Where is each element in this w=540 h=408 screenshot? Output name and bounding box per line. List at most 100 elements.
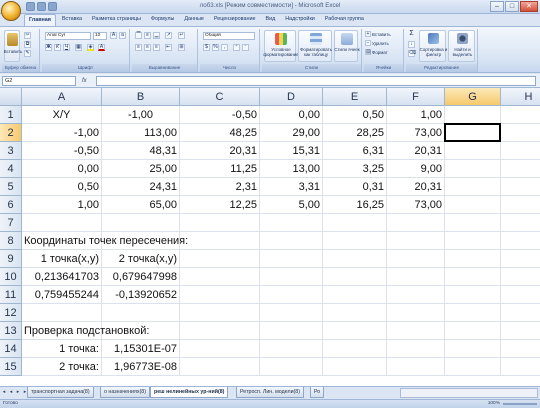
cell-b7[interactable]	[102, 214, 180, 232]
row-header[interactable]: 14	[0, 340, 22, 358]
row-header[interactable]: 10	[0, 268, 22, 286]
cell-h14[interactable]	[501, 340, 540, 358]
cell-a10[interactable]: 0,213641703	[22, 268, 102, 286]
row-header[interactable]: 3	[0, 142, 22, 160]
row-header[interactable]: 6	[0, 196, 22, 214]
cell-f14[interactable]	[387, 340, 445, 358]
row-header[interactable]: 8	[0, 232, 22, 250]
font-name-combo[interactable]: Arial Cyr	[45, 32, 91, 40]
cell-h8[interactable]	[501, 232, 540, 250]
cell-h13[interactable]	[501, 322, 540, 340]
close-button[interactable]: ✕	[520, 1, 538, 12]
align-left-icon[interactable]: ≡	[135, 44, 142, 51]
cell-g2[interactable]	[445, 124, 501, 142]
cell-d12[interactable]	[260, 304, 323, 322]
column-header-d[interactable]: D	[260, 88, 323, 106]
paste-button[interactable]: Вставить	[4, 30, 22, 62]
cell-d7[interactable]	[260, 214, 323, 232]
tab-home[interactable]: Главная	[24, 14, 56, 26]
cell-b8[interactable]	[102, 232, 180, 250]
cell-g8[interactable]	[445, 232, 501, 250]
next-sheet-icon[interactable]: ▸	[15, 388, 21, 397]
clear-icon[interactable]: ⌫	[408, 50, 416, 57]
cell-f2[interactable]: 73,00	[387, 124, 445, 142]
wrap-text-icon[interactable]: ↵	[178, 32, 185, 39]
align-bottom-icon[interactable]: ▁	[153, 32, 160, 39]
worksheet-grid[interactable]: ABCDEFGH 1 X/Y -1,00 -0,50 0,00 0,50 1,00 2 -1,0…	[0, 88, 540, 386]
align-center-icon[interactable]: ≡	[144, 44, 151, 51]
cell-h3[interactable]	[501, 142, 540, 160]
row-header[interactable]: 2	[0, 124, 22, 142]
tab-addins[interactable]: Надстройки	[281, 14, 319, 26]
cell-b13[interactable]	[102, 322, 180, 340]
cell-d1[interactable]: 0,00	[260, 106, 323, 124]
cell-c15[interactable]	[180, 358, 260, 376]
cell-c10[interactable]	[180, 268, 260, 286]
first-sheet-icon[interactable]: ◂	[1, 388, 7, 397]
tab-formulas[interactable]: Формулы	[147, 14, 178, 26]
cell-c12[interactable]	[180, 304, 260, 322]
cell-b3[interactable]: 48,31	[102, 142, 180, 160]
cell-a15[interactable]: 2 точка:	[22, 358, 102, 376]
horizontal-scrollbar[interactable]	[400, 388, 538, 398]
sheet-tab[interactable]: Ретросп. Лин. модели(8)	[236, 387, 305, 398]
borders-icon[interactable]: ▦	[75, 44, 82, 51]
find-select-button[interactable]: Найти и выделить	[448, 30, 475, 62]
cell-d5[interactable]: 3,31	[260, 178, 323, 196]
cell-d8[interactable]	[260, 232, 323, 250]
select-all-corner[interactable]	[0, 88, 22, 106]
office-button[interactable]	[1, 1, 21, 21]
fx-icon[interactable]: fx	[82, 76, 94, 86]
cell-f7[interactable]	[387, 214, 445, 232]
cell-e12[interactable]	[323, 304, 387, 322]
row-header[interactable]: 5	[0, 178, 22, 196]
conditional-formatting-button[interactable]: Условное форматирование	[263, 30, 299, 62]
cell-a9[interactable]: 1 точка(x,y)	[22, 250, 102, 268]
row-header[interactable]: 4	[0, 160, 22, 178]
cell-b15[interactable]: 1,96773E-08	[102, 358, 180, 376]
decrease-decimal-icon[interactable]: ⁻	[242, 44, 249, 51]
tab-data[interactable]: Данные	[180, 14, 207, 26]
cell-g9[interactable]	[445, 250, 501, 268]
cell-e3[interactable]: 6,31	[323, 142, 387, 160]
font-color-icon[interactable]: A	[98, 44, 105, 51]
cell-a14[interactable]: 1 точка:	[22, 340, 102, 358]
cell-h9[interactable]	[501, 250, 540, 268]
cell-b1[interactable]: -1,00	[102, 106, 180, 124]
cell-e5[interactable]: 0,31	[323, 178, 387, 196]
cell-e10[interactable]	[323, 268, 387, 286]
cell-h1[interactable]	[501, 106, 540, 124]
cell-c9[interactable]	[180, 250, 260, 268]
cell-c1[interactable]: -0,50	[180, 106, 260, 124]
zoom-level[interactable]: 100%	[488, 401, 500, 406]
format-cells-button[interactable]: Формат	[372, 50, 388, 55]
cell-e6[interactable]: 16,25	[323, 196, 387, 214]
cell-f8[interactable]	[387, 232, 445, 250]
cell-c6[interactable]: 12,25	[180, 196, 260, 214]
cell-d4[interactable]: 13,00	[260, 160, 323, 178]
cell-h11[interactable]	[501, 286, 540, 304]
cell-d13[interactable]	[260, 322, 323, 340]
cell-b12[interactable]	[102, 304, 180, 322]
cell-c7[interactable]	[180, 214, 260, 232]
cell-e11[interactable]	[323, 286, 387, 304]
cell-b11[interactable]: -0,13920652	[102, 286, 180, 304]
cell-d3[interactable]: 15,31	[260, 142, 323, 160]
zoom-slider[interactable]	[503, 403, 537, 405]
cell-g12[interactable]	[445, 304, 501, 322]
tab-review[interactable]: Рецензирование	[210, 14, 260, 26]
formula-input[interactable]	[96, 76, 536, 86]
font-size-combo[interactable]: 10	[93, 32, 107, 40]
cell-e9[interactable]	[323, 250, 387, 268]
cell-b2[interactable]: 113,00	[102, 124, 180, 142]
prev-sheet-icon[interactable]: ◂	[8, 388, 14, 397]
currency-icon[interactable]: $	[203, 44, 210, 51]
row-header[interactable]: 1	[0, 106, 22, 124]
cell-d15[interactable]	[260, 358, 323, 376]
cell-e1[interactable]: 0,50	[323, 106, 387, 124]
tab-insert[interactable]: Вставка	[58, 14, 86, 26]
cell-b9[interactable]: 2 точка(x,y)	[102, 250, 180, 268]
cell-f1[interactable]: 1,00	[387, 106, 445, 124]
row-header[interactable]: 11	[0, 286, 22, 304]
autosum-button[interactable]: Σ	[408, 30, 415, 38]
